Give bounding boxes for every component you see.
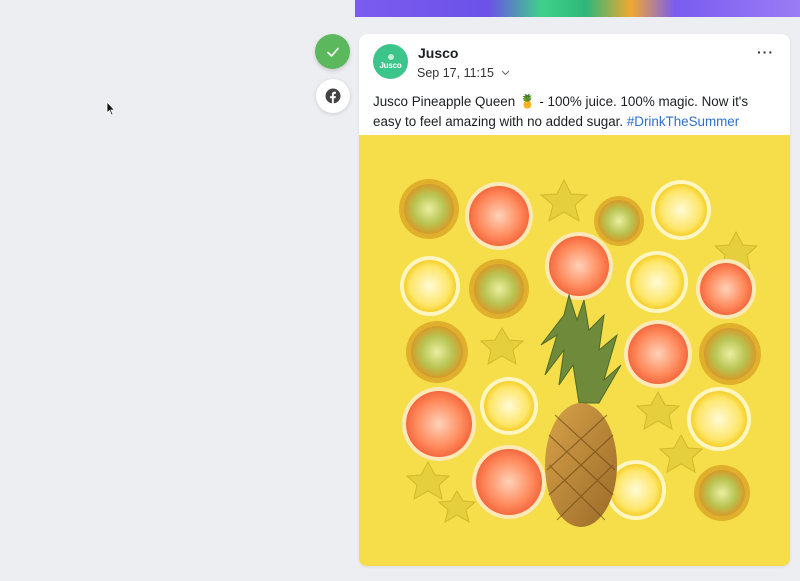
more-options-button[interactable]: ··· xyxy=(757,44,774,60)
hashtag-link[interactable]: #DrinkTheSummer xyxy=(627,114,739,129)
chevron-down-icon[interactable] xyxy=(501,70,510,76)
facebook-icon xyxy=(325,88,341,104)
avatar[interactable]: Jusco xyxy=(373,44,408,79)
post-text-prefix: Jusco Pineapple Queen xyxy=(373,94,516,109)
grapefruit-slice xyxy=(402,387,476,461)
mouse-cursor-icon xyxy=(106,101,116,116)
lemon-slice xyxy=(687,387,751,451)
kiwano-slice xyxy=(694,465,750,521)
kiwano-slice xyxy=(594,196,644,246)
lemon-slice xyxy=(480,377,538,435)
kiwano-slice xyxy=(699,323,761,385)
lemon-slice xyxy=(626,251,688,313)
kiwano-slice xyxy=(469,259,529,319)
facebook-network-button[interactable] xyxy=(316,79,350,113)
post-text: Jusco Pineapple Queen 🍍 - 100% juice. 10… xyxy=(373,92,778,132)
grapefruit-slice xyxy=(472,445,546,519)
post-preview-card: Jusco Jusco Sep 17, 11:15 ··· Jusco Pine… xyxy=(359,34,790,566)
top-banner-image xyxy=(355,0,800,17)
kiwano-slice xyxy=(399,179,459,239)
grapefruit-slice xyxy=(624,320,692,388)
lemon-slice xyxy=(651,180,711,240)
post-date-text: Sep 17, 11:15 xyxy=(417,66,494,80)
kiwano-slice xyxy=(406,321,468,383)
grapefruit-slice xyxy=(465,182,533,250)
approved-status-button[interactable] xyxy=(315,34,350,69)
grapefruit-slice xyxy=(545,232,613,300)
check-icon xyxy=(326,47,339,57)
pineapple-emoji: 🍍 xyxy=(518,94,536,109)
post-image[interactable] xyxy=(359,135,790,566)
post-date: Sep 17, 11:15 xyxy=(417,66,510,80)
page-name[interactable]: Jusco xyxy=(418,45,458,61)
avatar-text: Jusco xyxy=(379,60,402,70)
lemon-slice xyxy=(400,256,460,316)
avatar-logo-mark xyxy=(387,53,394,60)
grapefruit-slice xyxy=(696,259,756,319)
